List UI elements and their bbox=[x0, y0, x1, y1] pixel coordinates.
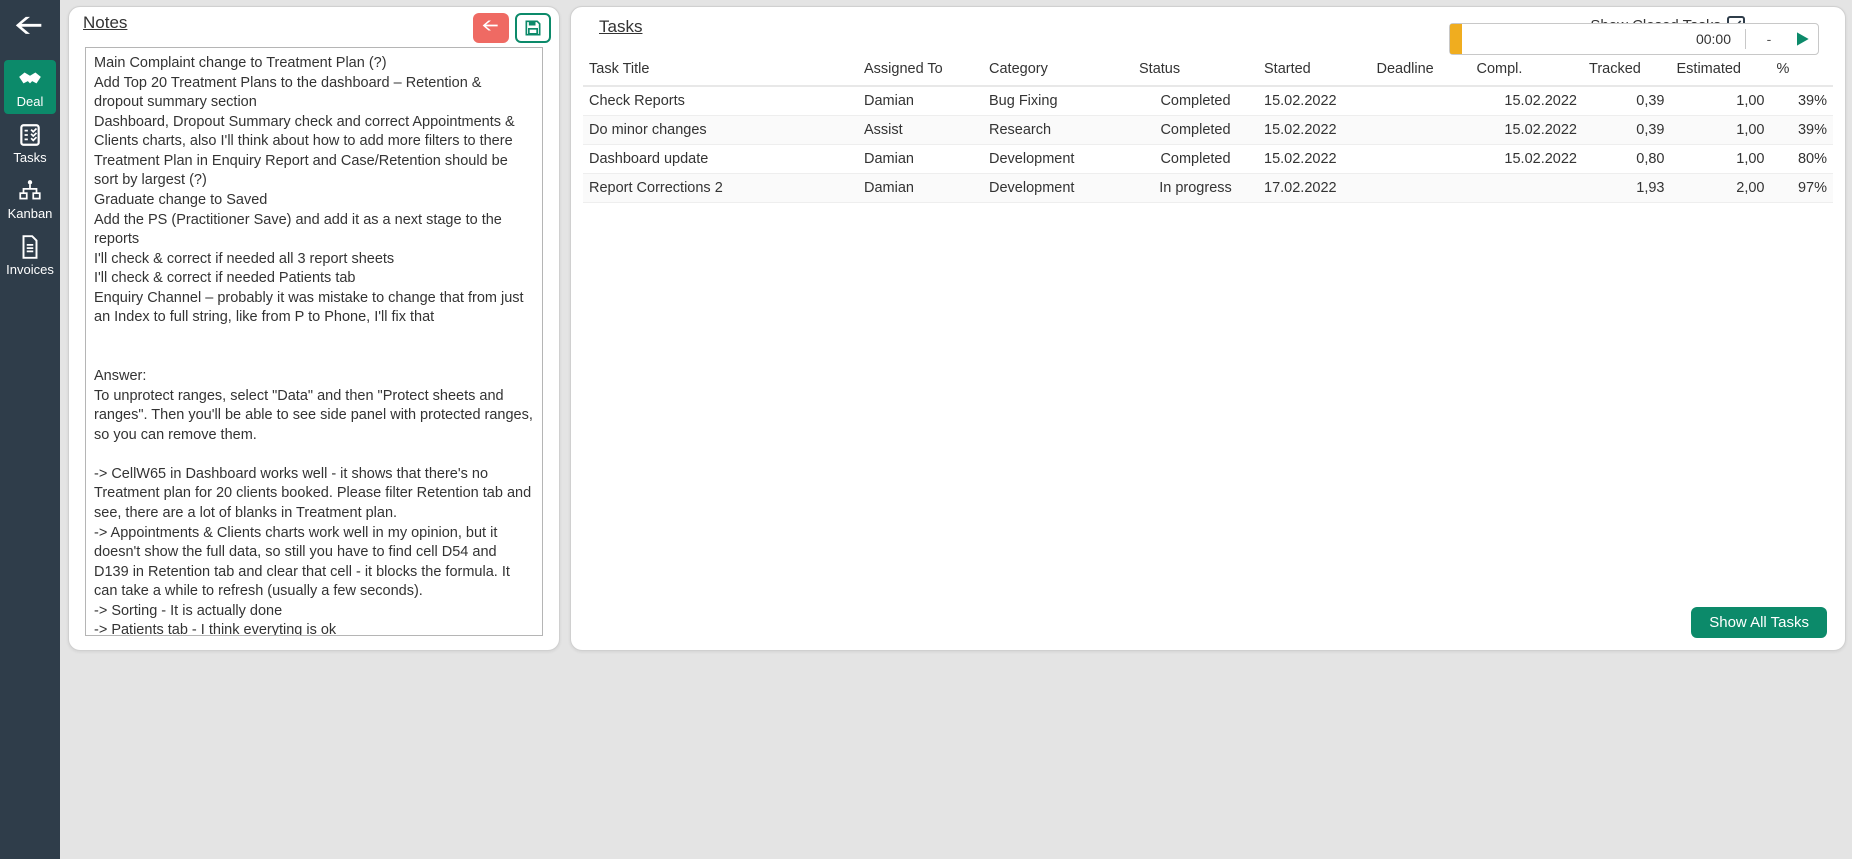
col-percent[interactable]: % bbox=[1771, 53, 1834, 86]
col-estimated[interactable]: Estimated bbox=[1671, 53, 1771, 86]
task-timer: 00:00 - bbox=[1449, 23, 1819, 55]
revert-notes-button[interactable] bbox=[473, 13, 509, 43]
cell-title: Dashboard update bbox=[583, 145, 858, 174]
cell-tracked: 1,93 bbox=[1583, 174, 1671, 203]
checklist-icon bbox=[17, 122, 43, 148]
cell-deadline bbox=[1371, 116, 1471, 145]
cell-status: Completed bbox=[1133, 145, 1258, 174]
cell-tracked: 0,39 bbox=[1583, 116, 1671, 145]
save-notes-button[interactable] bbox=[515, 13, 551, 43]
cell-started: 15.02.2022 bbox=[1258, 86, 1371, 116]
timer-dash: - bbox=[1754, 31, 1784, 47]
save-icon bbox=[523, 18, 543, 38]
cell-assigned: Damian bbox=[858, 174, 983, 203]
tasks-title: Tasks bbox=[585, 11, 656, 39]
document-icon bbox=[17, 234, 43, 260]
cell-tracked: 0,39 bbox=[1583, 86, 1671, 116]
cell-compl: 15.02.2022 bbox=[1471, 116, 1584, 145]
cell-percent: 39% bbox=[1771, 116, 1834, 145]
cell-tracked: 0,80 bbox=[1583, 145, 1671, 174]
table-row[interactable]: Report Corrections 2DamianDevelopmentIn … bbox=[583, 174, 1833, 203]
cell-title: Do minor changes bbox=[583, 116, 858, 145]
cell-percent: 39% bbox=[1771, 86, 1834, 116]
sidebar-item-label: Tasks bbox=[13, 150, 46, 165]
cell-status: Completed bbox=[1133, 86, 1258, 116]
cell-compl: 15.02.2022 bbox=[1471, 86, 1584, 116]
cell-estimated: 1,00 bbox=[1671, 86, 1771, 116]
notes-textarea[interactable] bbox=[85, 47, 543, 636]
timer-play-button[interactable] bbox=[1792, 29, 1812, 49]
back-arrow-icon bbox=[13, 14, 47, 48]
tasks-table: Task Title Assigned To Category Status S… bbox=[583, 53, 1833, 203]
cell-category: Research bbox=[983, 116, 1133, 145]
sidebar-item-label: Deal bbox=[17, 94, 44, 109]
table-header-row: Task Title Assigned To Category Status S… bbox=[583, 53, 1833, 86]
cell-estimated: 1,00 bbox=[1671, 145, 1771, 174]
cell-started: 17.02.2022 bbox=[1258, 174, 1371, 203]
notes-panel: Notes bbox=[68, 6, 560, 651]
show-all-tasks-button[interactable]: Show All Tasks bbox=[1691, 607, 1827, 638]
sidebar: Deal Tasks Kanban Invoices bbox=[0, 0, 60, 859]
play-icon bbox=[1792, 29, 1812, 49]
tasks-panel: Tasks Show Closed Tasks 00:00 - Task Tit… bbox=[570, 6, 1846, 651]
cell-category: Development bbox=[983, 145, 1133, 174]
cell-percent: 80% bbox=[1771, 145, 1834, 174]
cell-started: 15.02.2022 bbox=[1258, 116, 1371, 145]
cell-estimated: 2,00 bbox=[1671, 174, 1771, 203]
col-status[interactable]: Status bbox=[1133, 53, 1258, 86]
cell-compl bbox=[1471, 174, 1584, 203]
col-started[interactable]: Started bbox=[1258, 53, 1371, 86]
cell-deadline bbox=[1371, 174, 1471, 203]
undo-icon bbox=[481, 18, 501, 38]
col-assigned[interactable]: Assigned To bbox=[858, 53, 983, 86]
sidebar-item-invoices[interactable]: Invoices bbox=[4, 228, 56, 282]
cell-category: Development bbox=[983, 174, 1133, 203]
table-row[interactable]: Do minor changesAssistResearchCompleted1… bbox=[583, 116, 1833, 145]
notes-title: Notes bbox=[69, 7, 141, 35]
cell-status: In progress bbox=[1133, 174, 1258, 203]
kanban-icon bbox=[17, 178, 43, 204]
cell-started: 15.02.2022 bbox=[1258, 145, 1371, 174]
sidebar-item-deal[interactable]: Deal bbox=[4, 60, 56, 114]
cell-percent: 97% bbox=[1771, 174, 1834, 203]
sidebar-item-label: Kanban bbox=[8, 206, 53, 221]
cell-title: Check Reports bbox=[583, 86, 858, 116]
cell-status: Completed bbox=[1133, 116, 1258, 145]
sidebar-item-kanban[interactable]: Kanban bbox=[4, 172, 56, 226]
cell-assigned: Assist bbox=[858, 116, 983, 145]
back-button[interactable] bbox=[4, 4, 56, 58]
cell-estimated: 1,00 bbox=[1671, 116, 1771, 145]
cell-title: Report Corrections 2 bbox=[583, 174, 858, 203]
timer-marker bbox=[1450, 24, 1462, 54]
handshake-icon bbox=[17, 66, 43, 92]
col-title[interactable]: Task Title bbox=[583, 53, 858, 86]
timer-value: 00:00 bbox=[1470, 31, 1737, 47]
col-tracked[interactable]: Tracked bbox=[1583, 53, 1671, 86]
timer-separator bbox=[1745, 29, 1746, 49]
cell-assigned: Damian bbox=[858, 145, 983, 174]
sidebar-item-tasks[interactable]: Tasks bbox=[4, 116, 56, 170]
main-area: Notes Tasks Show Closed Tasks bbox=[60, 0, 1852, 859]
col-deadline[interactable]: Deadline bbox=[1371, 53, 1471, 86]
sidebar-item-label: Invoices bbox=[6, 262, 54, 277]
col-category[interactable]: Category bbox=[983, 53, 1133, 86]
cell-compl: 15.02.2022 bbox=[1471, 145, 1584, 174]
cell-assigned: Damian bbox=[858, 86, 983, 116]
table-row[interactable]: Check ReportsDamianBug FixingCompleted15… bbox=[583, 86, 1833, 116]
col-compl[interactable]: Compl. bbox=[1471, 53, 1584, 86]
cell-deadline bbox=[1371, 86, 1471, 116]
table-row[interactable]: Dashboard updateDamianDevelopmentComplet… bbox=[583, 145, 1833, 174]
cell-deadline bbox=[1371, 145, 1471, 174]
cell-category: Bug Fixing bbox=[983, 86, 1133, 116]
